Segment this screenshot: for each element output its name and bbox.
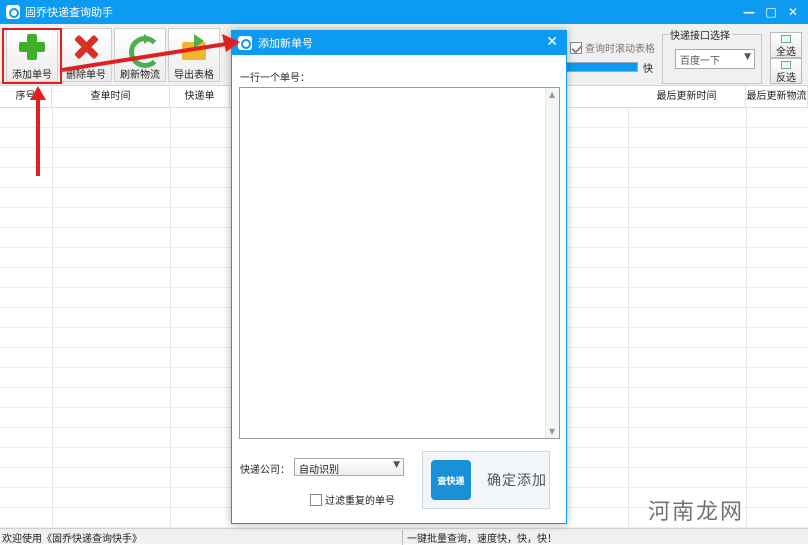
refresh-icon [125, 32, 161, 68]
scroll-checkbox-box[interactable] [570, 41, 582, 54]
api-select-value: 百度一下 [680, 56, 720, 67]
maximize-button[interactable]: □ [760, 5, 782, 19]
dedupe-checkbox[interactable]: 过滤重复的单号 [310, 492, 395, 507]
dialog-prompt: 一行一个单号： [240, 73, 310, 84]
refresh-logistics-button[interactable]: 刷新物流 [114, 28, 166, 82]
window-title: 固乔快递查询助手 [25, 6, 113, 19]
api-select[interactable]: 百度一下 ▼ [675, 49, 755, 69]
app-search-icon [6, 5, 20, 19]
api-group-title: 快递接口选择 [668, 27, 732, 42]
refresh-logistics-label: 刷新物流 [120, 70, 160, 81]
watermark: 河南龙网 [648, 500, 745, 525]
invert-select-label: 反选 [776, 73, 796, 84]
speed-label: 快 [643, 64, 653, 75]
progress-fill [567, 63, 637, 71]
scroll-up-icon[interactable]: ▲ [549, 90, 555, 99]
dedupe-label: 过滤重复的单号 [325, 496, 395, 507]
dialog-title: 添加新单号 [258, 37, 313, 50]
scroll-checkbox-label: 查询时滚动表格 [585, 44, 655, 55]
confirm-add-button[interactable]: 查快递 确定添加 [422, 451, 550, 509]
scroll-down-icon[interactable]: ▼ [549, 427, 555, 436]
dialog-app-icon [238, 36, 252, 50]
export-table-button[interactable]: 导出表格 [168, 28, 220, 82]
title-bar: 固乔快递查询助手 — □ ✕ [0, 0, 808, 24]
courier-company-value: 自动识别 [299, 465, 339, 476]
select-all-label: 全选 [776, 47, 796, 58]
column-header-last-update-time[interactable]: 最后更新时间 [628, 86, 746, 108]
column-header-last-update-logistics[interactable]: 最后更新物流 [746, 86, 808, 108]
export-table-label: 导出表格 [174, 70, 214, 81]
column-divider [52, 86, 53, 528]
courier-company-select[interactable]: 自动识别 ▼ [294, 458, 404, 476]
courier-company-label: 快递公司： [240, 465, 290, 476]
delete-number-label: 删除单号 [66, 70, 106, 81]
dialog-title-bar: 添加新单号 ✕ [232, 31, 566, 55]
column-header-query-time[interactable]: 查单时间 [52, 86, 170, 108]
textarea-scrollbar[interactable]: ▲ ▼ [545, 88, 559, 438]
export-icon [179, 32, 209, 62]
dedupe-checkbox-box[interactable] [310, 493, 322, 506]
annotation-highlight-box [2, 28, 62, 84]
column-divider [170, 86, 171, 528]
status-bar: 欢迎使用《固乔快递查询快手》 一键批量查询，速度快，快，快！ [0, 528, 808, 545]
minimize-button[interactable]: — [738, 5, 760, 19]
column-divider [628, 86, 629, 528]
query-progress-bar [566, 62, 638, 72]
delete-number-button[interactable]: 删除单号 [60, 28, 112, 82]
add-number-dialog: 添加新单号 ✕ 一行一个单号： ▲ ▼ 快递公司： 自动识别 ▼ 过滤重复的单号… [231, 30, 567, 524]
select-all-button[interactable]: 全选 [770, 32, 802, 58]
status-welcome-text: 欢迎使用《固乔快递查询快手》 [2, 534, 142, 545]
tracking-numbers-textarea[interactable]: ▲ ▼ [239, 87, 560, 439]
status-slogan-text: 一键批量查询，速度快，快，快！ [402, 530, 557, 545]
column-divider [746, 86, 747, 528]
dialog-close-icon[interactable]: ✕ [546, 34, 558, 50]
column-header-tracking-number[interactable]: 快递单 [170, 86, 230, 108]
select-all-icon [781, 35, 791, 43]
invert-select-button[interactable]: 反选 [770, 58, 802, 84]
chevron-down-icon: ▼ [744, 52, 751, 62]
window-controls: — □ ✕ [738, 0, 804, 24]
column-header-index[interactable]: 序号 [0, 86, 52, 108]
delete-icon [71, 32, 101, 62]
chevron-down-icon: ▼ [393, 460, 400, 470]
close-button[interactable]: ✕ [782, 5, 804, 19]
query-express-logo: 查快递 [431, 460, 471, 500]
confirm-add-label: 确定添加 [487, 473, 547, 489]
invert-select-icon [781, 61, 791, 69]
scroll-table-checkbox[interactable]: 查询时滚动表格 [570, 40, 655, 55]
progress-row: 快 [566, 60, 656, 75]
